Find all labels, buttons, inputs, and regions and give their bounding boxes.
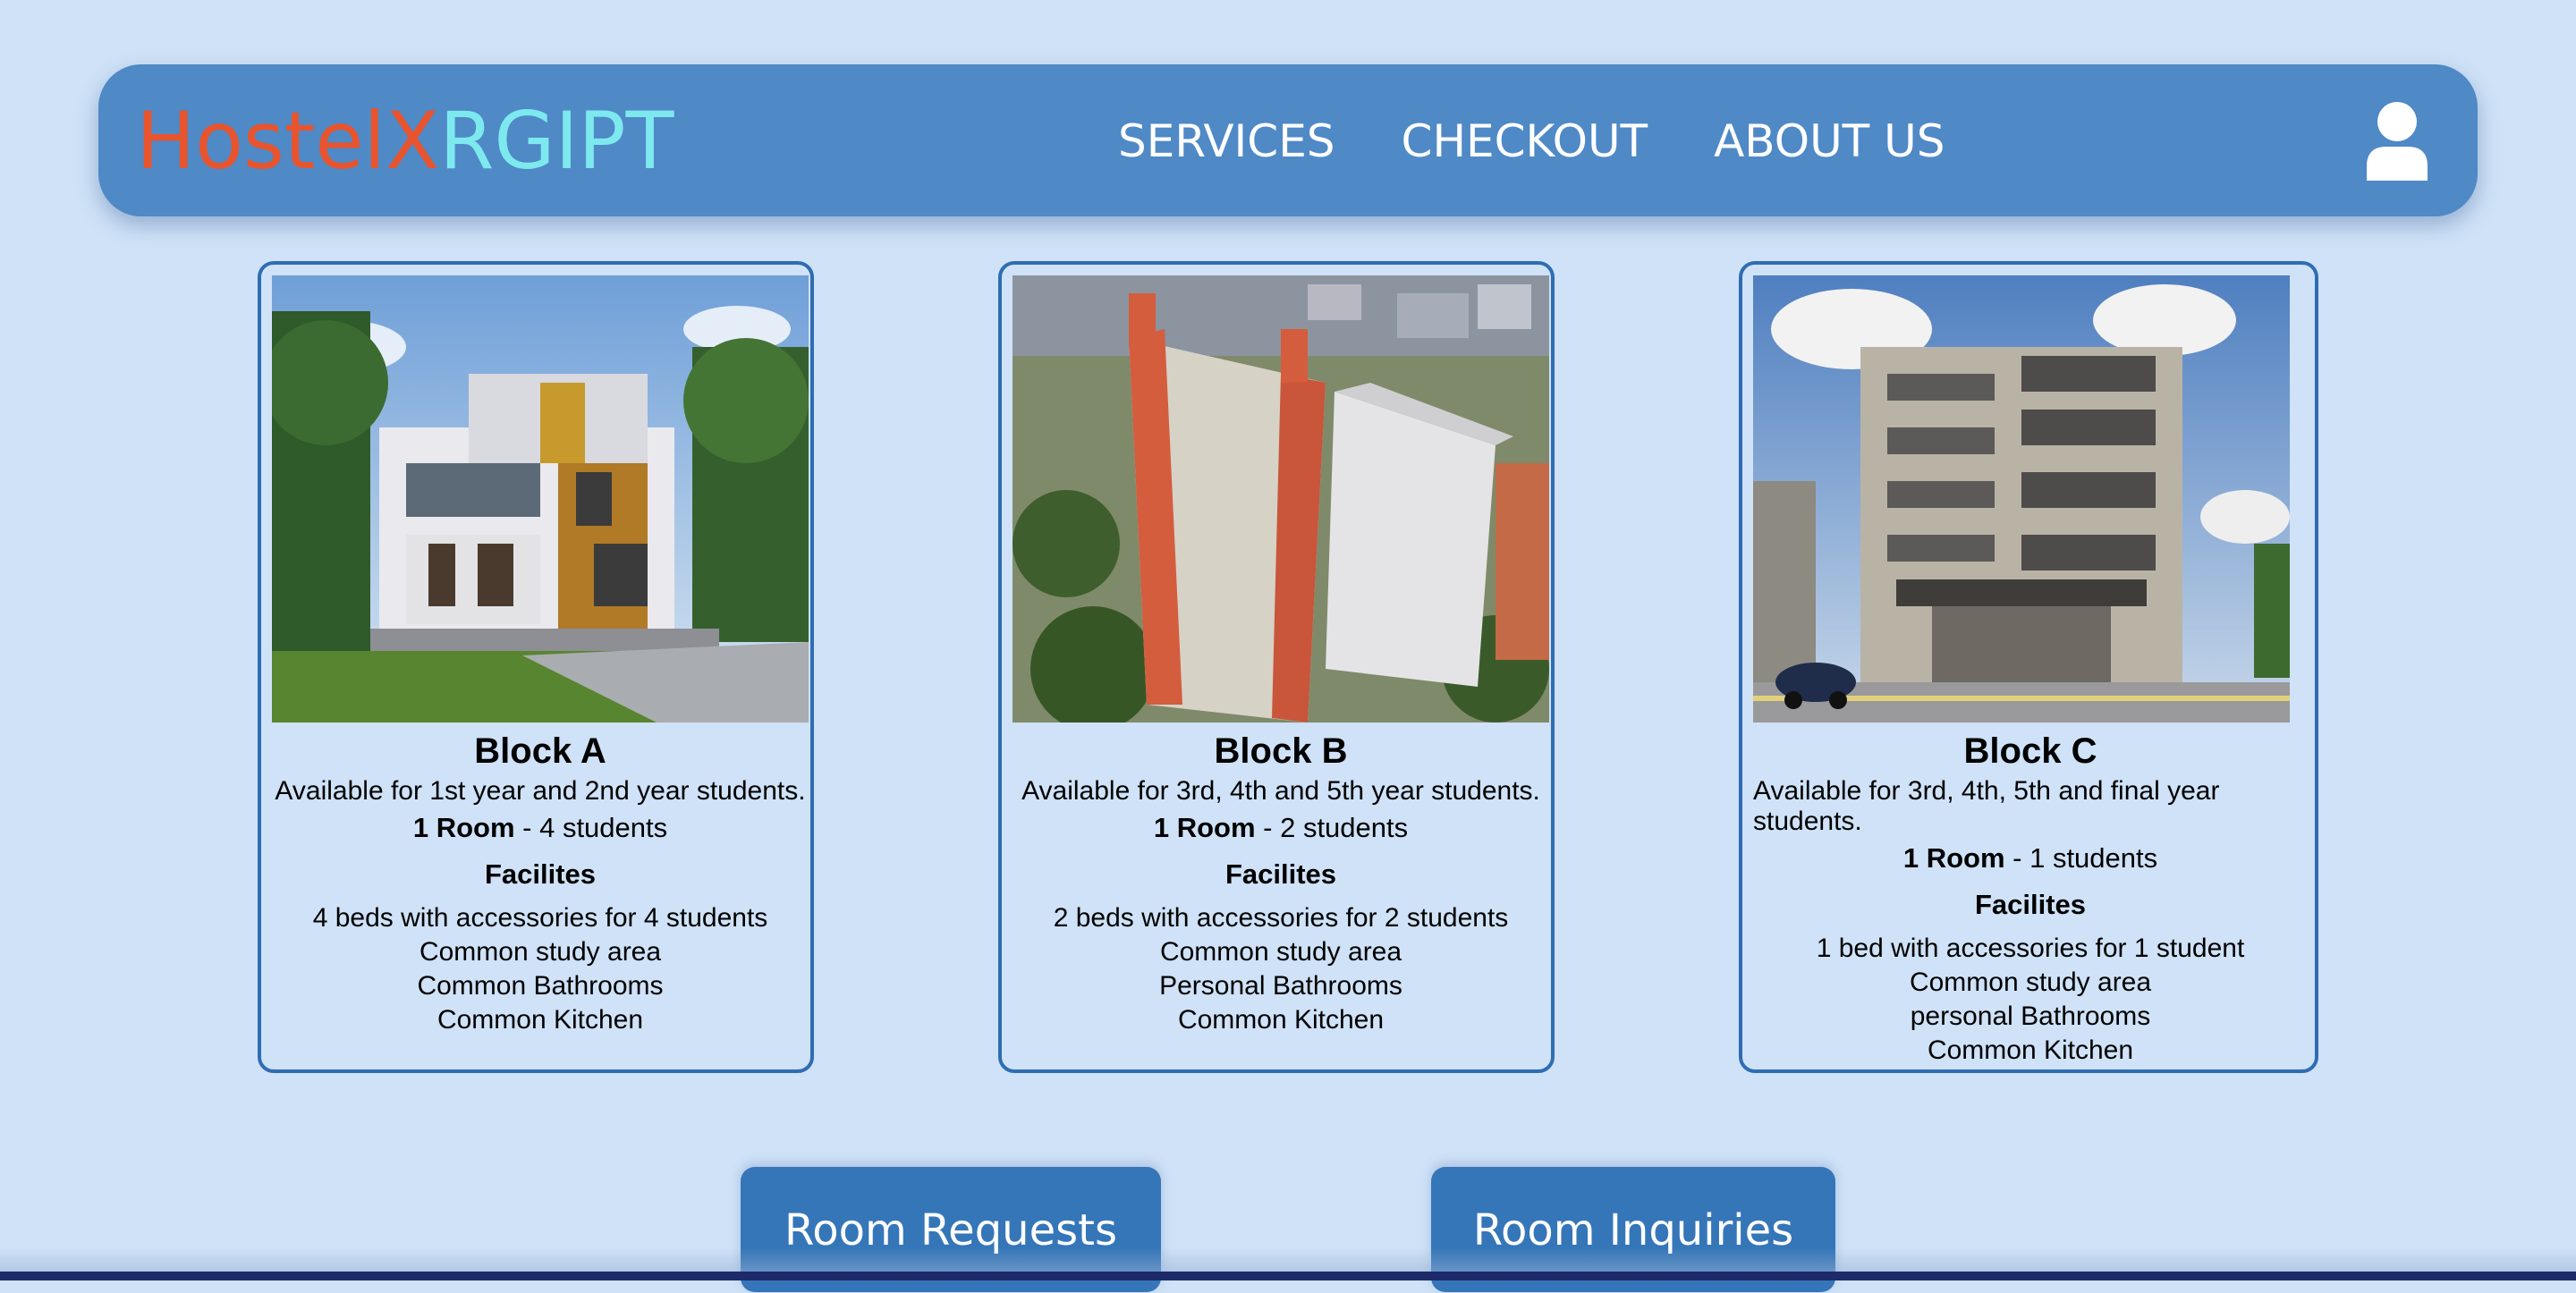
block-c-facility: 1 bed with accessories for 1 student bbox=[1816, 934, 2245, 963]
block-b-facility: Personal Bathrooms bbox=[1159, 971, 1402, 1001]
block-a-facility: Common Kitchen bbox=[436, 1005, 644, 1035]
bottom-edge bbox=[0, 1272, 2576, 1280]
block-c-title: Block C bbox=[1963, 731, 2097, 771]
block-a-facilities-list: 4 beds with accessories for 4 students C… bbox=[272, 901, 809, 1037]
block-a-room-capacity: - 4 students bbox=[522, 812, 668, 843]
block-b-title: Block B bbox=[1214, 731, 1348, 771]
block-b-room-label: 1 Room bbox=[1153, 812, 1256, 843]
nav-services-link[interactable]: SERVICES bbox=[1118, 113, 1335, 170]
block-a-card: Block A Available for 1st year and 2nd y… bbox=[258, 261, 814, 1073]
block-a-body: Block A Available for 1st year and 2nd y… bbox=[272, 730, 809, 1037]
logo[interactable]: HostelXRGIPT bbox=[136, 97, 674, 186]
block-c-card: Block C Available for 3rd, 4th, 5th and … bbox=[1739, 261, 2318, 1073]
block-b-room-info: 1 Room - 2 students bbox=[1013, 810, 1549, 846]
block-b-availability: Available for 3rd, 4th and 5th year stud… bbox=[1021, 776, 1540, 806]
block-c-facilities-title: Facilites bbox=[1974, 889, 2087, 920]
block-a-title: Block A bbox=[474, 731, 606, 771]
block-a-facilities-title: Facilites bbox=[484, 858, 597, 890]
block-b-room-capacity: - 2 students bbox=[1263, 812, 1409, 843]
block-a-facility: 4 beds with accessories for 4 students bbox=[312, 903, 768, 933]
block-a-room-info: 1 Room - 4 students bbox=[272, 810, 809, 846]
block-c-facility: Common Kitchen bbox=[1927, 1035, 2134, 1065]
block-c-image bbox=[1753, 275, 2290, 723]
block-a-room-label: 1 Room bbox=[412, 812, 515, 843]
block-c-body: Block C Available for 3rd, 4th, 5th and … bbox=[1753, 730, 2308, 1068]
block-a-facility: Common study area bbox=[419, 937, 662, 967]
block-b-card: Block B Available for 3rd, 4th and 5th y… bbox=[998, 261, 1555, 1073]
nav-checkout-link[interactable]: CHECKOUT bbox=[1402, 113, 1648, 170]
block-c-facilities-list: 1 bed with accessories for 1 student Com… bbox=[1753, 932, 2308, 1068]
block-c-facility: personal Bathrooms bbox=[1910, 1001, 2151, 1031]
block-c-availability: Available for 3rd, 4th, 5th and final ye… bbox=[1753, 776, 2220, 836]
navbar: HostelXRGIPT SERVICES CHECKOUT ABOUT US bbox=[98, 64, 2478, 216]
block-a-availability: Available for 1st year and 2nd year stud… bbox=[275, 776, 806, 806]
block-b-image bbox=[1013, 275, 1549, 723]
logo-rgipt: RGIPT bbox=[439, 95, 674, 187]
logo-hostelx: HostelX bbox=[136, 95, 440, 187]
block-b-facility: Common Kitchen bbox=[1177, 1005, 1385, 1035]
block-c-room-info: 1 Room - 1 students bbox=[1753, 841, 2308, 876]
nav-links: SERVICES CHECKOUT ABOUT US bbox=[1118, 113, 1945, 170]
block-b-facility: 2 beds with accessories for 2 students bbox=[1053, 903, 1509, 933]
block-a-image bbox=[272, 275, 809, 723]
block-c-room-capacity: - 1 students bbox=[2012, 842, 2158, 874]
block-a-facility: Common Bathrooms bbox=[417, 971, 664, 1001]
block-c-facility: Common study area bbox=[1909, 968, 2152, 997]
block-b-body: Block B Available for 3rd, 4th and 5th y… bbox=[1013, 730, 1549, 1037]
block-b-facility: Common study area bbox=[1159, 937, 1402, 967]
block-c-room-label: 1 Room bbox=[1902, 842, 2005, 874]
block-b-facilities-list: 2 beds with accessories for 2 students C… bbox=[1013, 901, 1549, 1037]
block-b-facilities-title: Facilites bbox=[1224, 858, 1337, 890]
nav-about-us-link[interactable]: ABOUT US bbox=[1714, 113, 1945, 170]
user-icon[interactable] bbox=[2365, 100, 2429, 181]
